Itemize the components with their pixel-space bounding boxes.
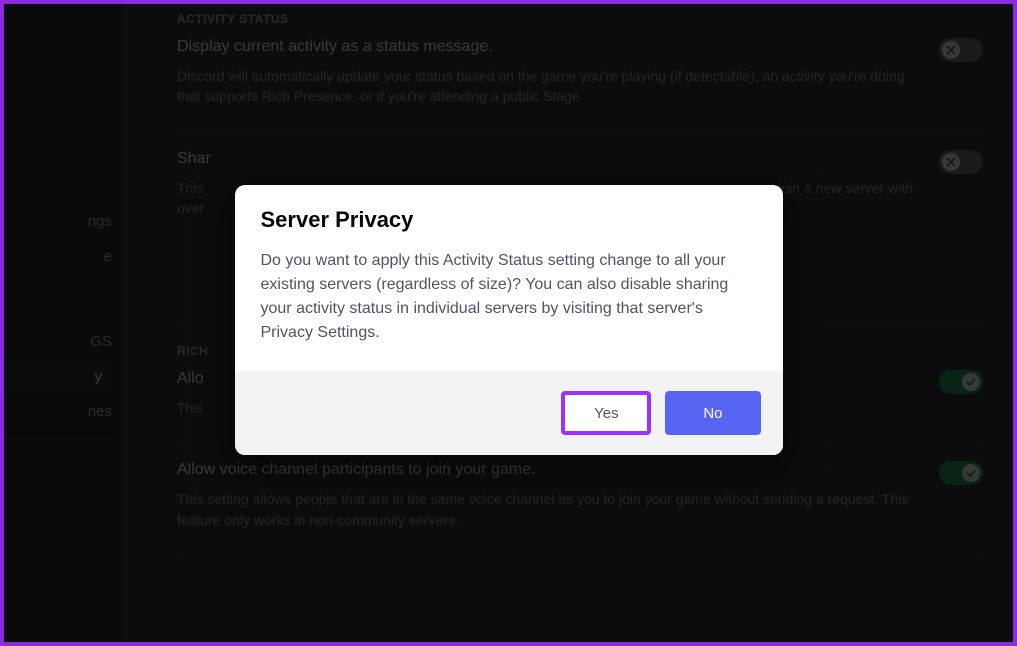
server-privacy-modal: Server Privacy Do you want to apply this… xyxy=(235,185,783,455)
modal-footer: Yes No xyxy=(235,371,783,455)
modal-title: Server Privacy xyxy=(261,207,757,233)
no-button[interactable]: No xyxy=(665,391,760,435)
modal-overlay[interactable]: Server Privacy Do you want to apply this… xyxy=(4,4,1013,642)
yes-button[interactable]: Yes xyxy=(561,391,651,435)
modal-text: Do you want to apply this Activity Statu… xyxy=(261,249,757,345)
